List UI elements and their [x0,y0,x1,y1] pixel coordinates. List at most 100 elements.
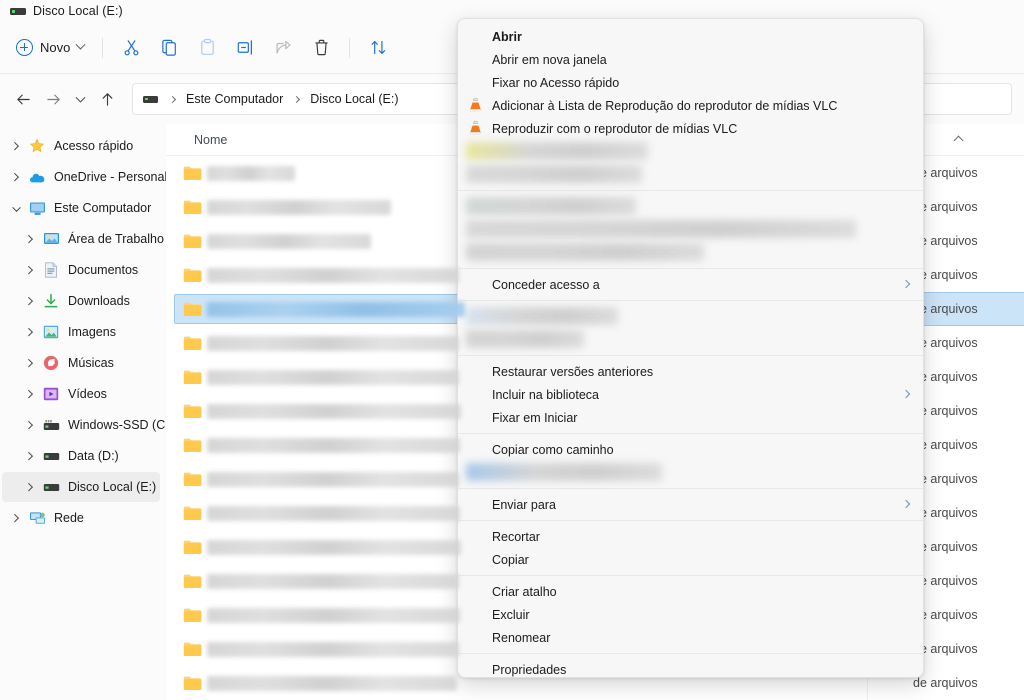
arrow-right-icon [46,94,60,104]
recent-locations-button[interactable] [68,84,92,114]
sidebar-item-imagens[interactable]: Imagens [2,317,160,347]
folder-icon [183,335,202,351]
chevron-right-icon [901,279,911,289]
chevron-right-icon[interactable] [18,444,40,468]
menu-item-redacted[interactable] [458,241,923,264]
chevron-right-icon[interactable] [18,227,40,251]
sidebar-item-label: Acesso rápido [54,139,134,153]
column-header-name[interactable]: Nome [194,133,227,147]
chevron-right-icon[interactable] [4,165,26,189]
folder-icon [183,437,202,453]
menu-item-label: Abrir em nova janela [492,52,607,67]
menu-item-conceder-acesso-a[interactable]: Conceder acesso a [458,273,923,296]
folder-icon [183,233,202,249]
menu-item-abrir[interactable]: Abrir [458,25,923,48]
menu-item-label-redacted [466,463,662,481]
menu-item-redacted[interactable] [458,461,923,484]
chevron-right-icon[interactable] [4,506,26,530]
context-menu: Abrir Abrir em nova janela Fixar no Acesso… [457,18,924,678]
menu-item-redacted[interactable] [458,163,923,186]
sidebar-item-acesso-r-pido[interactable]: Acesso rápido [2,131,160,161]
menu-item-criar-atalho[interactable]: Criar atalho [458,580,923,603]
video-icon [40,385,62,403]
menu-separator [458,268,923,269]
sidebar-item-v-deos[interactable]: Vídeos [2,379,160,409]
chevron-down-icon [75,39,86,50]
menu-item-copiar[interactable]: Copiar [458,548,923,571]
chevron-down-icon[interactable] [4,196,26,220]
menu-item-fixar-em-iniciar[interactable]: Fixar em Iniciar [458,406,923,429]
sidebar-item-rede[interactable]: Rede [2,503,160,533]
menu-item-redacted[interactable] [458,195,923,218]
menu-item-restaurar-vers-es-anteriores[interactable]: Restaurar versões anteriores [458,360,923,383]
chevron-right-icon[interactable] [18,475,40,499]
sidebar-item-disco-local-e[interactable]: Disco Local (E:) [2,472,160,502]
menu-item-propriedades[interactable]: Propriedades [458,658,923,677]
delete-button[interactable] [302,31,340,65]
chevron-right-icon[interactable] [18,320,40,344]
up-button[interactable] [92,84,122,114]
menu-item-label-redacted [466,243,704,261]
menu-item-recortar[interactable]: Recortar [458,525,923,548]
sidebar-item-windows-ssd-c[interactable]: Windows-SSD (C:) [2,410,166,440]
chevron-right-icon[interactable] [18,258,40,282]
menu-item-incluir-na-biblioteca[interactable]: Incluir na biblioteca [458,383,923,406]
breadcrumb-item-computer[interactable]: Este Computador [186,92,283,106]
back-button[interactable] [8,84,38,114]
file-name-redacted [207,641,459,657]
chevron-right-icon[interactable] [18,351,40,375]
folder-icon [183,165,202,181]
sort-button[interactable] [359,31,397,65]
menu-item-excluir[interactable]: Excluir [458,603,923,626]
chevron-right-icon[interactable] [18,413,40,437]
chevron-right-icon[interactable] [4,134,26,158]
sidebar-item-este-computador[interactable]: Este Computador [2,193,160,223]
sidebar-item-data-d[interactable]: Data (D:) [2,441,160,471]
menu-item-redacted[interactable] [458,218,923,241]
share-button[interactable] [264,31,302,65]
menu-item-label: Recortar [492,529,540,544]
cell-file-type: de arquivos [910,258,1024,292]
menu-item-redacted[interactable] [458,140,923,163]
chevron-right-icon[interactable] [18,382,40,406]
menu-item-label: Excluir [492,607,530,622]
menu-item-redacted[interactable] [458,328,923,351]
menu-item-abrir-em-nova-janela[interactable]: Abrir em nova janela [458,48,923,71]
folder-icon [183,505,202,521]
sidebar-item-documentos[interactable]: Documentos [2,255,160,285]
sidebar-item-m-sicas[interactable]: Músicas [2,348,160,378]
menu-item-renomear[interactable]: Renomear [458,626,923,649]
menu-item-fixar-no-acesso-r-pido[interactable]: Fixar no Acesso rápido [458,71,923,94]
file-name-redacted [207,301,465,317]
new-button[interactable]: Novo [10,32,93,64]
forward-button[interactable] [38,84,68,114]
ssd-drive-icon [40,416,62,434]
window-title: Disco Local (E:) [33,4,123,18]
sidebar-item-rea-de-trabalho[interactable]: Área de Trabalho [2,224,164,254]
cell-file-type: de arquivos [910,224,1024,258]
chevron-up-icon[interactable] [953,135,964,146]
paste-button[interactable] [188,31,226,65]
menu-item-redacted[interactable] [458,305,923,328]
cell-file-type: de arquivos [910,462,1024,496]
sidebar-item-downloads[interactable]: Downloads [2,286,160,316]
menu-item-adicionar-lista-de-reprodu-o-do-reprodutor-de-m-dias-vlc[interactable]: Adicionar à Lista de Reprodução do repro… [458,94,923,117]
chevron-down-icon [75,96,85,102]
menu-item-enviar-para[interactable]: Enviar para [458,493,923,516]
menu-item-label: Criar atalho [492,584,557,599]
menu-item-copiar-como-caminho[interactable]: Copiar como caminho [458,438,923,461]
menu-item-label: Abrir [492,29,522,44]
sidebar-item-onedrive-personal[interactable]: OneDrive - Personal [2,162,166,192]
chevron-right-icon[interactable] [18,289,40,313]
desktop-icon [40,230,62,248]
sidebar-item-label: Imagens [68,325,116,339]
menu-item-reproduzir-com-o-reprodutor-de-m-dias-vlc[interactable]: Reproduzir com o reprodutor de mídias VL… [458,117,923,140]
plus-circle-icon [16,39,33,56]
menu-separator [458,575,923,576]
rename-button[interactable] [226,31,264,65]
menu-item-label: Incluir na biblioteca [492,387,600,402]
breadcrumb-item-drive[interactable]: Disco Local (E:) [310,92,398,106]
copy-button[interactable] [150,31,188,65]
cut-button[interactable] [112,31,150,65]
cell-file-type-label: de arquivos [913,676,978,690]
